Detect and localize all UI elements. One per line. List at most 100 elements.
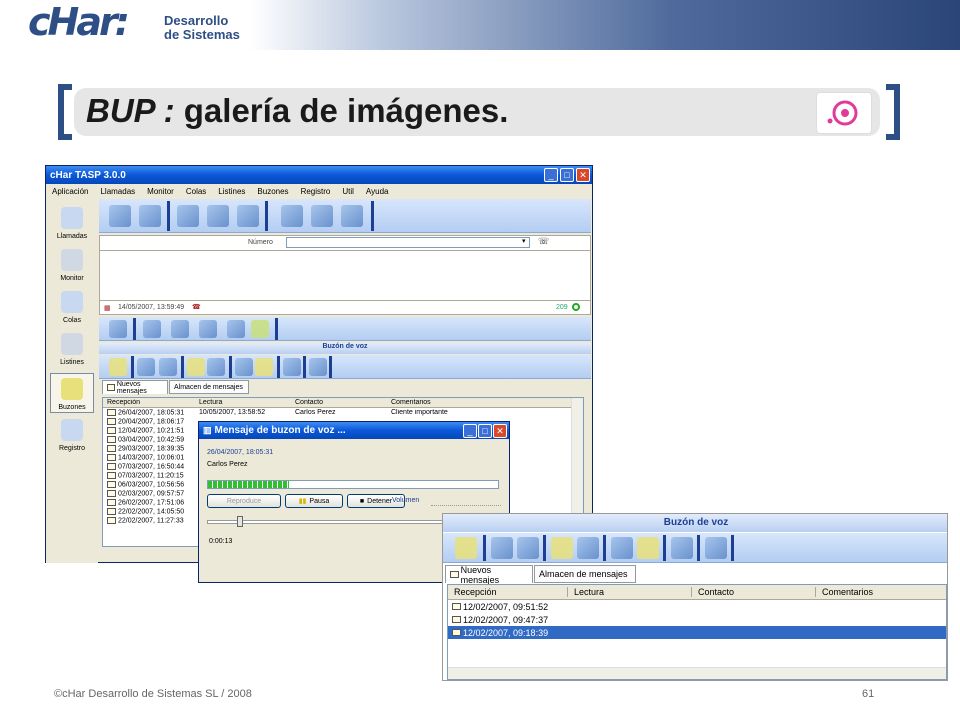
col-comentarios[interactable]: Comentarios	[391, 399, 551, 406]
calendar-icon: ▦	[104, 305, 111, 312]
call-panel: Número ▾ ☏ ▦ 14/05/2007, 13:59:49 ☎ 209	[99, 235, 591, 315]
col-recepcion[interactable]: Recepción	[448, 587, 568, 597]
save-icon[interactable]	[137, 358, 155, 376]
mail-open-icon[interactable]	[455, 537, 477, 559]
toolbar-separator	[275, 318, 278, 340]
mail-delete-icon[interactable]	[611, 537, 633, 559]
maximize-icon[interactable]: □	[478, 424, 492, 438]
answer-icon[interactable]	[109, 205, 131, 227]
hold-icon[interactable]	[207, 205, 229, 227]
toolbar-separator	[603, 535, 606, 561]
mail-icon[interactable]	[187, 358, 205, 376]
save-icon[interactable]	[491, 537, 513, 559]
table-row[interactable]: 26/04/2007, 18:05:31 10/05/2007, 13:58:52…	[103, 408, 583, 417]
close-icon[interactable]: ✕	[576, 168, 590, 182]
chevron-down-icon[interactable]: ▾	[522, 237, 526, 245]
report-icon[interactable]	[705, 537, 727, 559]
line1-icon[interactable]	[281, 205, 303, 227]
menu-buzones[interactable]: Buzones	[257, 187, 288, 196]
ring-icon[interactable]	[227, 320, 245, 338]
col-lectura[interactable]: Lectura	[568, 587, 692, 597]
seek-handle[interactable]	[237, 516, 243, 527]
play-icon[interactable]	[251, 320, 269, 338]
mail-open-icon[interactable]	[109, 358, 127, 376]
menu-listines[interactable]: Listines	[218, 187, 245, 196]
menu-aplicacion[interactable]: Aplicación	[52, 187, 88, 196]
toolbar-separator	[131, 356, 134, 378]
users-icon[interactable]	[341, 205, 363, 227]
status-count: 209	[556, 304, 568, 311]
stop-icon[interactable]	[199, 320, 217, 338]
forward-icon[interactable]	[517, 537, 539, 559]
maximize-icon[interactable]: □	[560, 168, 574, 182]
mail-icon[interactable]	[551, 537, 573, 559]
menu-util[interactable]: Util	[342, 187, 354, 196]
table-row[interactable]: 12/02/2007, 09:47:37	[448, 613, 946, 626]
dial-icon[interactable]: ☏	[538, 236, 549, 247]
record-icon[interactable]	[109, 320, 127, 338]
volume-slider[interactable]	[431, 492, 501, 506]
menu-llamadas[interactable]: Llamadas	[100, 187, 135, 196]
disk-icon[interactable]	[207, 358, 225, 376]
zoom-hscrollbar[interactable]	[448, 667, 946, 679]
cell-text: Carlos Perez	[295, 409, 336, 416]
reproduce-button[interactable]: Reproduce	[207, 494, 281, 508]
envelope-icon	[107, 417, 116, 425]
col-recepcion[interactable]: Recepción	[103, 399, 199, 406]
envelope-icon	[107, 426, 116, 434]
mail-check-icon[interactable]	[671, 537, 693, 559]
numero-label: Número	[248, 239, 273, 246]
tab-label: Almacen de mensajes	[174, 383, 243, 391]
sidebar-item-listines[interactable]: Listines	[50, 333, 94, 366]
sidebar-label: Buzones	[58, 404, 86, 411]
seek-track[interactable]	[207, 520, 447, 524]
transfer-icon[interactable]	[177, 205, 199, 227]
menu-registro[interactable]: Registro	[301, 187, 331, 196]
line2-icon[interactable]	[311, 205, 333, 227]
pause-button[interactable]: ▮▮ Pausa	[285, 494, 343, 508]
mail-reply-icon[interactable]	[255, 358, 273, 376]
col-lectura[interactable]: Lectura	[199, 399, 295, 406]
sidebar-item-llamadas[interactable]: Llamadas	[50, 207, 94, 240]
cell-text: 29/03/2007, 18:39:35	[118, 445, 185, 453]
table-row[interactable]: 12/02/2007, 09:18:39	[448, 626, 946, 639]
mail-red-icon[interactable]	[171, 320, 189, 338]
minimize-icon[interactable]: _	[463, 424, 477, 438]
forward-icon[interactable]	[159, 358, 177, 376]
report-icon[interactable]	[309, 358, 327, 376]
zoom-tab-almacen[interactable]: Almacen de mensajes	[534, 565, 636, 583]
zoom-panel: Buzón de voz Nuevos mensajes Almacen de …	[442, 513, 948, 681]
minimize-icon[interactable]: _	[544, 168, 558, 182]
mail-delete-icon[interactable]	[235, 358, 253, 376]
sidebar-item-registro[interactable]: Registro	[50, 419, 94, 452]
zoom-tab-nuevos[interactable]: Nuevos mensajes	[445, 565, 533, 585]
conference-icon[interactable]	[237, 205, 259, 227]
numero-input[interactable]	[286, 237, 530, 248]
sidebar-item-colas[interactable]: Colas	[50, 291, 94, 324]
close-icon[interactable]: ✕	[493, 424, 507, 438]
tab-label: Nuevos mensajes	[116, 380, 147, 395]
tab-nuevos-mensajes[interactable]: Nuevos mensajes	[102, 380, 168, 395]
col-contacto[interactable]: Contacto	[295, 399, 391, 406]
sidebar-item-buzones[interactable]: Buzones	[50, 373, 94, 413]
col-comentarios[interactable]: Comentarios	[816, 587, 936, 597]
logo-line1: Desarrollo	[164, 13, 229, 28]
envelope-icon	[107, 516, 116, 524]
mail-reply-icon[interactable]	[637, 537, 659, 559]
menu-colas[interactable]: Colas	[186, 187, 206, 196]
mail-check-icon[interactable]	[283, 358, 301, 376]
cell-text: 10/05/2007, 13:58:52	[199, 409, 266, 416]
sidebar-item-monitor[interactable]: Monitor	[50, 249, 94, 282]
cell-text: 03/04/2007, 10:42:59	[118, 436, 185, 444]
pause-label: Pausa	[309, 497, 330, 505]
hangup-icon[interactable]	[139, 205, 161, 227]
disk-icon[interactable]	[577, 537, 599, 559]
title-logo-icon	[816, 92, 872, 134]
menu-monitor[interactable]: Monitor	[147, 187, 174, 196]
block-icon[interactable]	[143, 320, 161, 338]
zoom-grid-body: 12/02/2007, 09:51:52 12/02/2007, 09:47:37…	[448, 600, 946, 639]
col-contacto[interactable]: Contacto	[692, 587, 816, 597]
tab-almacen-mensajes[interactable]: Almacen de mensajes	[169, 380, 249, 394]
menu-ayuda[interactable]: Ayuda	[366, 187, 389, 196]
table-row[interactable]: 12/02/2007, 09:51:52	[448, 600, 946, 613]
